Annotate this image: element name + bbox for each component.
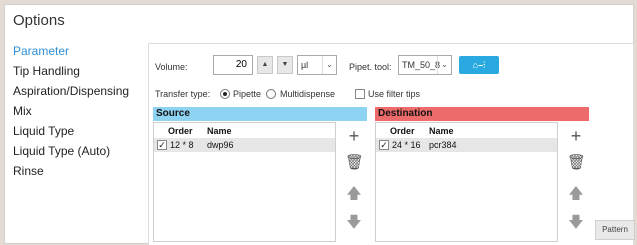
nav-item-parameter[interactable]: Parameter [13, 41, 148, 61]
destination-header: Destination [375, 107, 589, 121]
pipet-tool-button[interactable]: ⌂–⫶ [459, 56, 499, 74]
destination-move-up-icon[interactable]: 🡅 [567, 185, 585, 203]
volume-decrease-button[interactable]: ▼ [277, 56, 293, 74]
nav-item-liquid-type-auto[interactable]: Liquid Type (Auto) [13, 141, 148, 161]
pattern-button[interactable]: Pattern [595, 220, 635, 240]
table-row[interactable]: ✓ 24 * 16 pcr384 [376, 138, 557, 152]
use-filter-tips-label: Use filter tips [368, 89, 421, 99]
volume-label: Volume: [155, 62, 188, 72]
destination-grid: Order Name ✓ 24 * 16 pcr384 [375, 122, 558, 242]
unit-value: µl [301, 60, 309, 70]
table-row[interactable]: ✓ 12 * 8 dwp96 [154, 138, 335, 152]
pipet-tool-select[interactable]: TM_50_8 ⌄ [398, 55, 452, 75]
pipette-multichannel-icon: ⌂–⫶ [472, 60, 486, 70]
pipet-tool-value: TM_50_8 [402, 60, 441, 70]
triangle-up-icon: ▲ [261, 61, 269, 68]
chevron-down-icon: ⌄ [437, 56, 451, 74]
source-order-col: Order [168, 126, 193, 136]
use-filter-tips-checkbox[interactable] [355, 89, 365, 99]
options-panel: Options Parameter Tip Handling Aspiratio… [4, 4, 635, 245]
source-name-col: Name [207, 126, 232, 136]
parameter-content: Volume: 20 ▲ ▼ µl ⌄ Pipet. tool: TM_50_8… [148, 43, 635, 245]
triangle-down-icon: ▼ [281, 61, 289, 68]
nav-item-rinse[interactable]: Rinse [13, 161, 148, 181]
pipette-option-label: Pipette [233, 89, 262, 99]
volume-input[interactable]: 20 [213, 55, 253, 75]
destination-delete-icon[interactable]: 🗑 [567, 154, 586, 172]
nav-item-tip-handling[interactable]: Tip Handling [13, 61, 148, 81]
source-move-down-icon[interactable]: 🡇 [345, 214, 363, 232]
source-order-cell: 12 * 8 [170, 140, 194, 150]
destination-move-down-icon[interactable]: 🡇 [567, 214, 585, 232]
pipette-radio[interactable] [220, 89, 230, 99]
chevron-down-icon: ⌄ [322, 56, 336, 74]
volume-increase-button[interactable]: ▲ [257, 56, 273, 74]
destination-order-cell: 24 * 16 [392, 140, 421, 150]
source-name-cell: dwp96 [207, 140, 234, 150]
pipet-tool-label: Pipet. tool: [349, 62, 392, 72]
multidispense-radio[interactable] [266, 89, 276, 99]
sidebar-nav: Parameter Tip Handling Aspiration/Dispen… [13, 41, 148, 181]
window-title: Options [13, 12, 65, 29]
row-checkbox[interactable]: ✓ [157, 140, 167, 150]
destination-order-col: Order [390, 126, 415, 136]
destination-name-cell: pcr384 [429, 140, 457, 150]
nav-item-mix[interactable]: Mix [13, 101, 148, 121]
source-move-up-icon[interactable]: 🡅 [345, 185, 363, 203]
transfer-type-label: Transfer type: [155, 89, 211, 99]
nav-item-liquid-type[interactable]: Liquid Type [13, 121, 148, 141]
source-header: Source [153, 107, 367, 121]
unit-select[interactable]: µl ⌄ [297, 55, 337, 75]
destination-add-icon[interactable]: + [567, 127, 585, 145]
source-grid: Order Name ✓ 12 * 8 dwp96 [153, 122, 336, 242]
row-checkbox[interactable]: ✓ [379, 140, 389, 150]
source-delete-icon[interactable]: 🗑 [345, 154, 364, 172]
multidispense-option-label: Multidispense [280, 89, 336, 99]
destination-name-col: Name [429, 126, 454, 136]
nav-item-aspiration-dispensing[interactable]: Aspiration/Dispensing [13, 81, 148, 101]
source-add-icon[interactable]: + [345, 127, 363, 145]
